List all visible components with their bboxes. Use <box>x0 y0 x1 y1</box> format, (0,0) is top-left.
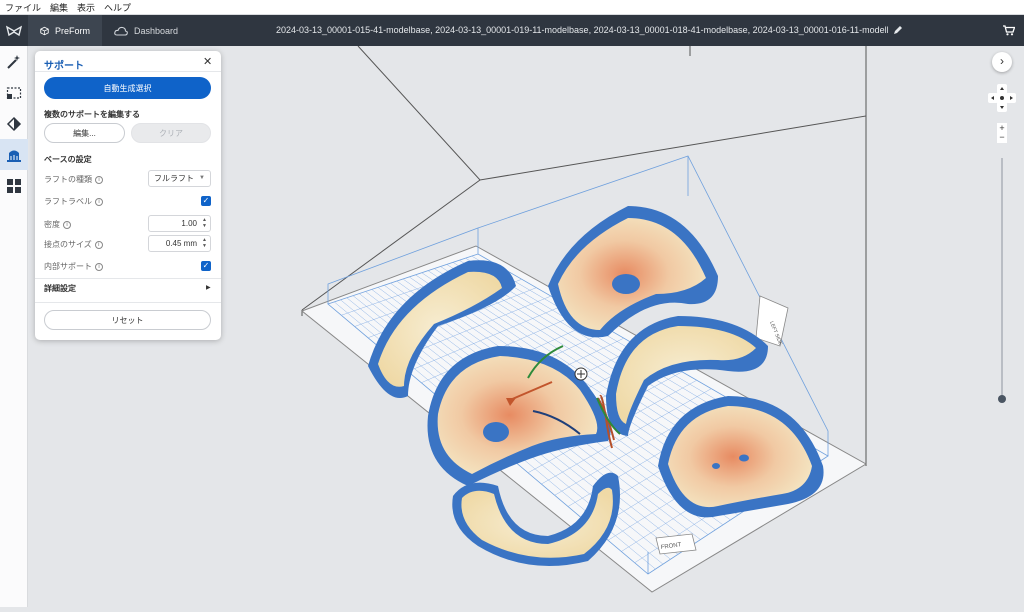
menu-bar: ファイル 編集 表示 ヘルプ <box>0 0 1024 15</box>
touchpoint-row: 接点のサイズ i <box>44 239 103 250</box>
raft-type-row: ラフトの種類 i <box>44 174 103 185</box>
info-icon[interactable]: i <box>95 197 103 206</box>
preform-icon <box>40 26 49 35</box>
zoom-out-icon[interactable]: − <box>997 133 1007 143</box>
tab-dashboard[interactable]: Dashboard <box>102 15 190 46</box>
left-toolbar <box>0 46 28 607</box>
supports-panel: サポート ✕ 自動生成選択 複数のサポートを編集する 編集... クリア ベース… <box>35 51 221 340</box>
supports-icon[interactable] <box>0 139 28 170</box>
internal-support-row: 内部サポート i <box>44 261 103 272</box>
base-heading: ベースの設定 <box>44 155 92 164</box>
pan-icon[interactable] <box>988 84 1016 112</box>
stepper-icon[interactable]: ▲ ▼ <box>202 217 207 229</box>
layer-slider-handle[interactable] <box>998 395 1006 403</box>
auto-generate-button[interactable]: 自動生成選択 <box>44 77 211 99</box>
raft-label-row: ラフトラベル i <box>44 196 103 207</box>
menu-help[interactable]: ヘルプ <box>104 1 131 14</box>
density-row: 密度 i <box>44 219 71 230</box>
info-icon[interactable]: i <box>95 262 103 271</box>
close-icon[interactable]: ✕ <box>203 55 212 68</box>
density-input[interactable]: 1.00 ▲ ▼ <box>148 215 211 232</box>
touchpoint-value: 0.45 mm <box>165 239 197 248</box>
raft-label-checkbox[interactable]: ✓ <box>201 196 211 206</box>
advanced-settings-toggle[interactable]: 詳細設定 <box>44 283 76 294</box>
internal-support-checkbox[interactable]: ✓ <box>201 261 211 271</box>
chevron-down-icon: ▼ <box>199 175 205 181</box>
menu-file[interactable]: ファイル <box>5 1 41 14</box>
info-icon[interactable]: i <box>94 240 103 249</box>
cart-icon[interactable] <box>1003 25 1015 36</box>
magic-wand-icon[interactable] <box>0 46 28 77</box>
chevron-right-icon[interactable]: › <box>992 52 1012 72</box>
touchpoint-input[interactable]: 0.45 mm ▲ ▼ <box>148 235 211 252</box>
stepper-icon[interactable]: ▲ ▼ <box>202 237 207 249</box>
density-value: 1.00 <box>181 219 197 228</box>
tab-preform[interactable]: PreForm <box>28 15 102 46</box>
edit-heading: 複数のサポートを編集する <box>44 110 140 119</box>
menu-view[interactable]: 表示 <box>77 1 95 14</box>
divider <box>35 278 221 279</box>
front-label: FRONT <box>655 533 697 555</box>
divider <box>35 302 221 303</box>
chevron-right-icon[interactable]: ▶ <box>206 284 211 291</box>
reset-button[interactable]: リセット <box>44 310 211 330</box>
layout-icon[interactable] <box>0 170 28 201</box>
tab-dashboard-label: Dashboard <box>134 25 179 36</box>
divider <box>35 71 221 72</box>
raft-label-label: ラフトラベル <box>44 197 92 206</box>
cloud-icon <box>114 26 128 36</box>
touchpoint-label: 接点のサイズ <box>44 240 92 249</box>
info-icon[interactable]: i <box>95 175 103 184</box>
job-filename[interactable]: 2024-03-13_00001-015-41-modelbase, 2024-… <box>276 15 888 46</box>
panel-title: サポート <box>44 61 84 72</box>
menu-edit[interactable]: 編集 <box>50 1 68 14</box>
top-bar: PreForm Dashboard 2024-03-13_00001-015-4… <box>0 15 1024 46</box>
tab-preform-label: PreForm <box>54 25 90 36</box>
raft-type-label: ラフトの種類 <box>44 175 92 184</box>
layer-slider-track[interactable] <box>1001 158 1003 398</box>
formlabs-logo-icon[interactable] <box>0 15 28 46</box>
edit-button[interactable]: 編集... <box>44 123 125 143</box>
pencil-icon[interactable] <box>893 25 903 35</box>
raft-type-select[interactable]: フルラフト ▼ <box>148 170 211 187</box>
left-side-label: LEFT SIDE <box>755 295 789 347</box>
density-label: 密度 <box>44 220 60 229</box>
orientation-icon[interactable] <box>0 108 28 139</box>
clear-button: クリア <box>131 123 211 143</box>
internal-support-label: 内部サポート <box>44 262 92 271</box>
selection-icon[interactable] <box>0 77 28 108</box>
info-icon[interactable]: i <box>63 220 71 229</box>
raft-type-value: フルラフト <box>154 174 194 183</box>
